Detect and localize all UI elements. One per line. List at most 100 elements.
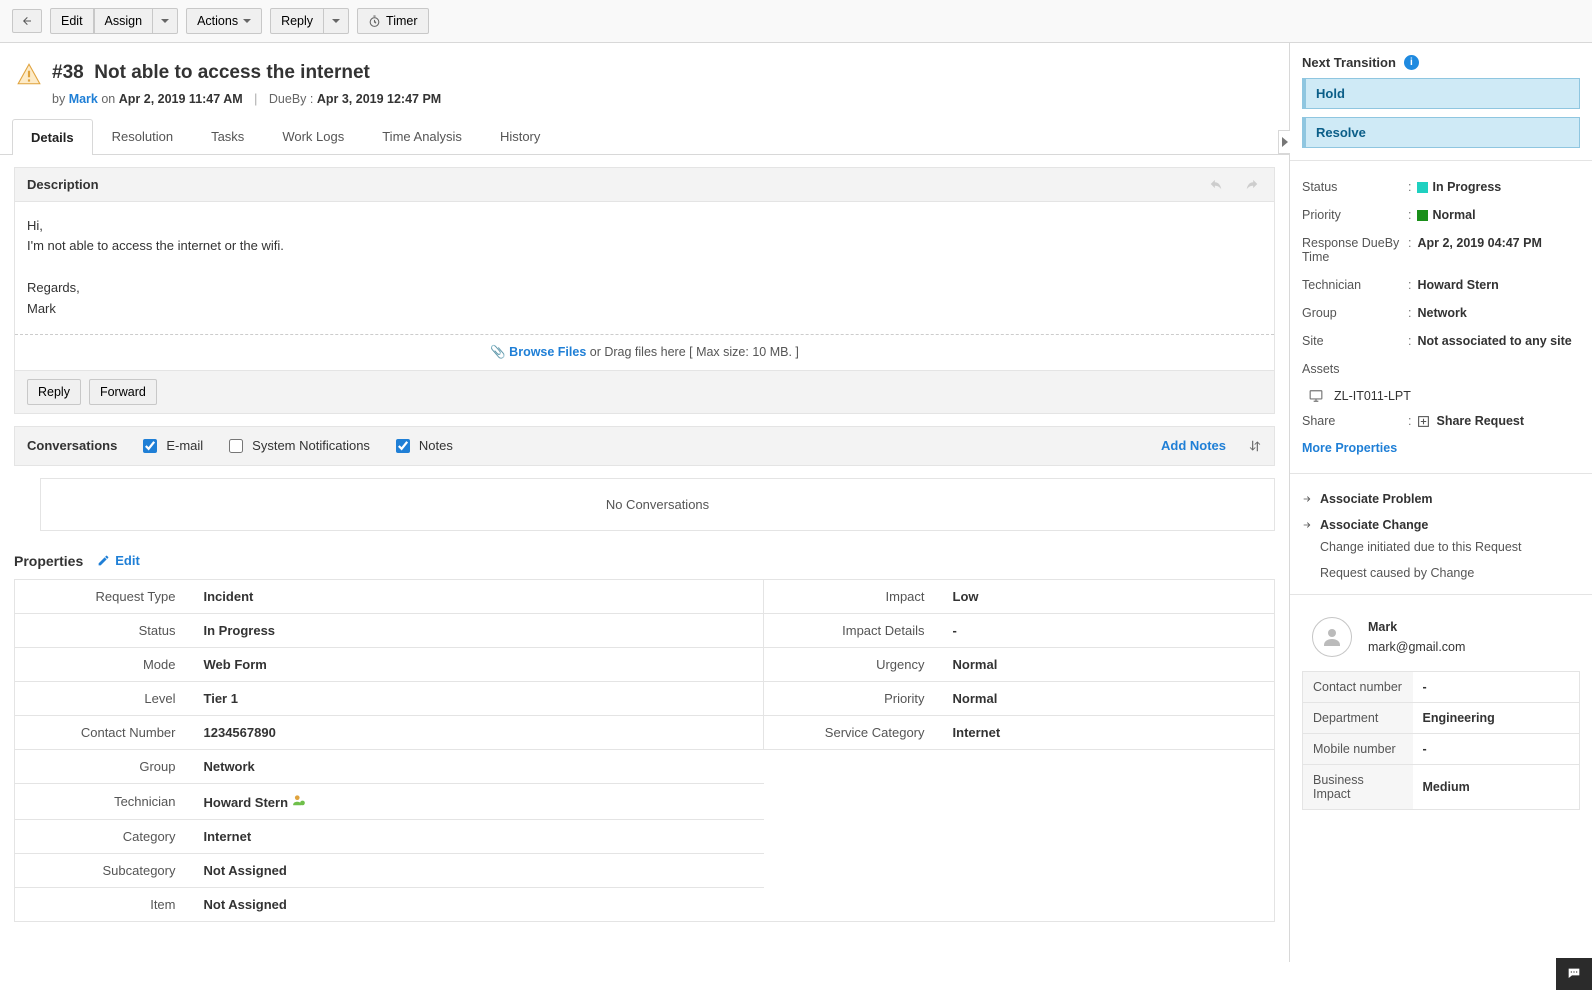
filter-email[interactable]: E-mail — [139, 436, 203, 456]
timer-icon — [368, 15, 381, 28]
contact-value: Medium — [1413, 765, 1580, 810]
prop-value — [939, 749, 1275, 783]
reply-more-button[interactable] — [324, 8, 349, 34]
prop-value — [939, 783, 1275, 819]
requester-details-table: Contact number-DepartmentEngineeringMobi… — [1302, 671, 1580, 810]
desc-line: Hi, — [27, 216, 1262, 237]
site-label: Site — [1302, 334, 1402, 348]
transition-hold-button[interactable]: Hold — [1302, 78, 1580, 109]
tab-worklogs[interactable]: Work Logs — [263, 118, 363, 154]
conversations-panel: Conversations E-mail System Notification… — [14, 426, 1275, 466]
requester-email: mark@gmail.com — [1368, 640, 1465, 654]
asset-item[interactable]: ZL-IT011-LPT — [1302, 383, 1580, 407]
prop-value — [939, 853, 1275, 887]
prop-key: Subcategory — [15, 853, 190, 887]
tab-resolution[interactable]: Resolution — [93, 118, 192, 154]
prop-value: Normal — [939, 681, 1275, 715]
description-heading: Description — [27, 177, 99, 192]
ticket-header: #38 Not able to access the internet by M… — [0, 43, 1289, 118]
collapse-side-button[interactable] — [1278, 130, 1290, 154]
assign-button[interactable]: Assign — [94, 8, 154, 34]
prop-key: Technician — [15, 783, 190, 819]
chat-button[interactable] — [1556, 958, 1592, 990]
associate-change-sub[interactable]: Change initiated due to this Request — [1320, 538, 1580, 556]
add-notes-link[interactable]: Add Notes — [1161, 438, 1226, 453]
tab-tasks[interactable]: Tasks — [192, 118, 263, 154]
edit-button[interactable]: Edit — [50, 8, 94, 34]
prop-value: 1234567890 — [190, 715, 764, 749]
actions-button[interactable]: Actions — [186, 8, 262, 34]
priority-value: Normal — [1432, 208, 1475, 222]
prop-key: Status — [15, 613, 190, 647]
browse-files-link[interactable]: Browse Files — [509, 345, 586, 359]
email-checkbox[interactable] — [143, 439, 157, 453]
tab-history[interactable]: History — [481, 118, 559, 154]
ticket-title-text: Not able to access the internet — [94, 62, 370, 83]
edit-properties-link[interactable]: Edit — [97, 553, 140, 568]
desc-line: Mark — [27, 299, 1262, 320]
prop-value: Internet — [190, 819, 764, 853]
priority-swatch — [1417, 210, 1428, 221]
prop-key — [764, 887, 939, 921]
description-panel: Description Hi, I'm not able to access t… — [14, 167, 1275, 414]
transition-resolve-button[interactable]: Resolve — [1302, 117, 1580, 148]
associate-change-link[interactable]: Associate Change — [1302, 512, 1580, 538]
info-icon[interactable]: i — [1404, 55, 1419, 70]
desc-reply-button[interactable]: Reply — [27, 379, 81, 405]
desc-forward-button[interactable]: Forward — [89, 379, 157, 405]
response-due-label: Response DueBy Time — [1302, 236, 1402, 264]
conversations-empty: No Conversations — [40, 478, 1275, 531]
forward-arrow-icon[interactable] — [1242, 177, 1262, 191]
assets-label: Assets — [1302, 362, 1402, 376]
author-link[interactable]: Mark — [69, 92, 98, 106]
filter-system-notifications[interactable]: System Notifications — [225, 436, 370, 456]
prop-key: Impact Details — [764, 613, 939, 647]
notes-checkbox[interactable] — [396, 439, 410, 453]
technician-icon — [288, 795, 306, 810]
prop-value: Incident — [190, 579, 764, 613]
prop-key: Urgency — [764, 647, 939, 681]
sysnotif-checkbox[interactable] — [229, 439, 243, 453]
reply-arrow-icon[interactable] — [1206, 177, 1226, 191]
prop-key: Priority — [764, 681, 939, 715]
status-swatch — [1417, 182, 1428, 193]
drag-hint: or Drag files here [ Max size: 10 MB. ] — [586, 345, 799, 359]
desc-line: I'm not able to access the internet or t… — [27, 236, 1262, 257]
prop-key: Service Category — [764, 715, 939, 749]
properties-heading: Properties — [14, 553, 83, 569]
prop-value: Not Assigned — [190, 887, 764, 921]
pencil-icon — [97, 554, 110, 567]
prop-key: Impact — [764, 579, 939, 613]
response-due-value: Apr 2, 2019 04:47 PM — [1417, 236, 1580, 264]
ticket-id: #38 — [52, 62, 84, 83]
assign-more-button[interactable] — [153, 8, 178, 34]
associate-change-sub[interactable]: Request caused by Change — [1320, 564, 1580, 582]
prop-key — [764, 783, 939, 819]
user-icon — [1320, 625, 1344, 649]
properties-table: Request TypeIncidentImpactLowStatusIn Pr… — [14, 579, 1275, 922]
prop-key: Category — [15, 819, 190, 853]
associate-problem-link[interactable]: Associate Problem — [1302, 486, 1580, 512]
prop-value: Low — [939, 579, 1275, 613]
conversations-heading: Conversations — [27, 438, 117, 453]
attachment-drop[interactable]: 📎 Browse Files or Drag files here [ Max … — [15, 334, 1274, 370]
sort-toggle[interactable] — [1248, 438, 1262, 454]
filter-notes[interactable]: Notes — [392, 436, 453, 456]
timer-button[interactable]: Timer — [357, 8, 428, 34]
site-value: Not associated to any site — [1417, 334, 1580, 348]
share-value[interactable]: Share Request — [1436, 414, 1524, 428]
technician-label: Technician — [1302, 278, 1402, 292]
tab-time-analysis[interactable]: Time Analysis — [363, 118, 481, 154]
plus-icon[interactable] — [1417, 415, 1430, 428]
tab-details[interactable]: Details — [12, 119, 93, 155]
prop-key: Mode — [15, 647, 190, 681]
prop-value: Network — [190, 749, 764, 783]
back-button[interactable] — [12, 9, 42, 33]
prop-value: Howard Stern — [190, 783, 764, 819]
more-properties-link[interactable]: More Properties — [1302, 435, 1397, 461]
reply-button[interactable]: Reply — [270, 8, 324, 34]
contact-value: - — [1413, 734, 1580, 765]
status-label: Status — [1302, 180, 1402, 194]
share-label: Share — [1302, 414, 1402, 428]
description-body: Hi, I'm not able to access the internet … — [15, 202, 1274, 334]
